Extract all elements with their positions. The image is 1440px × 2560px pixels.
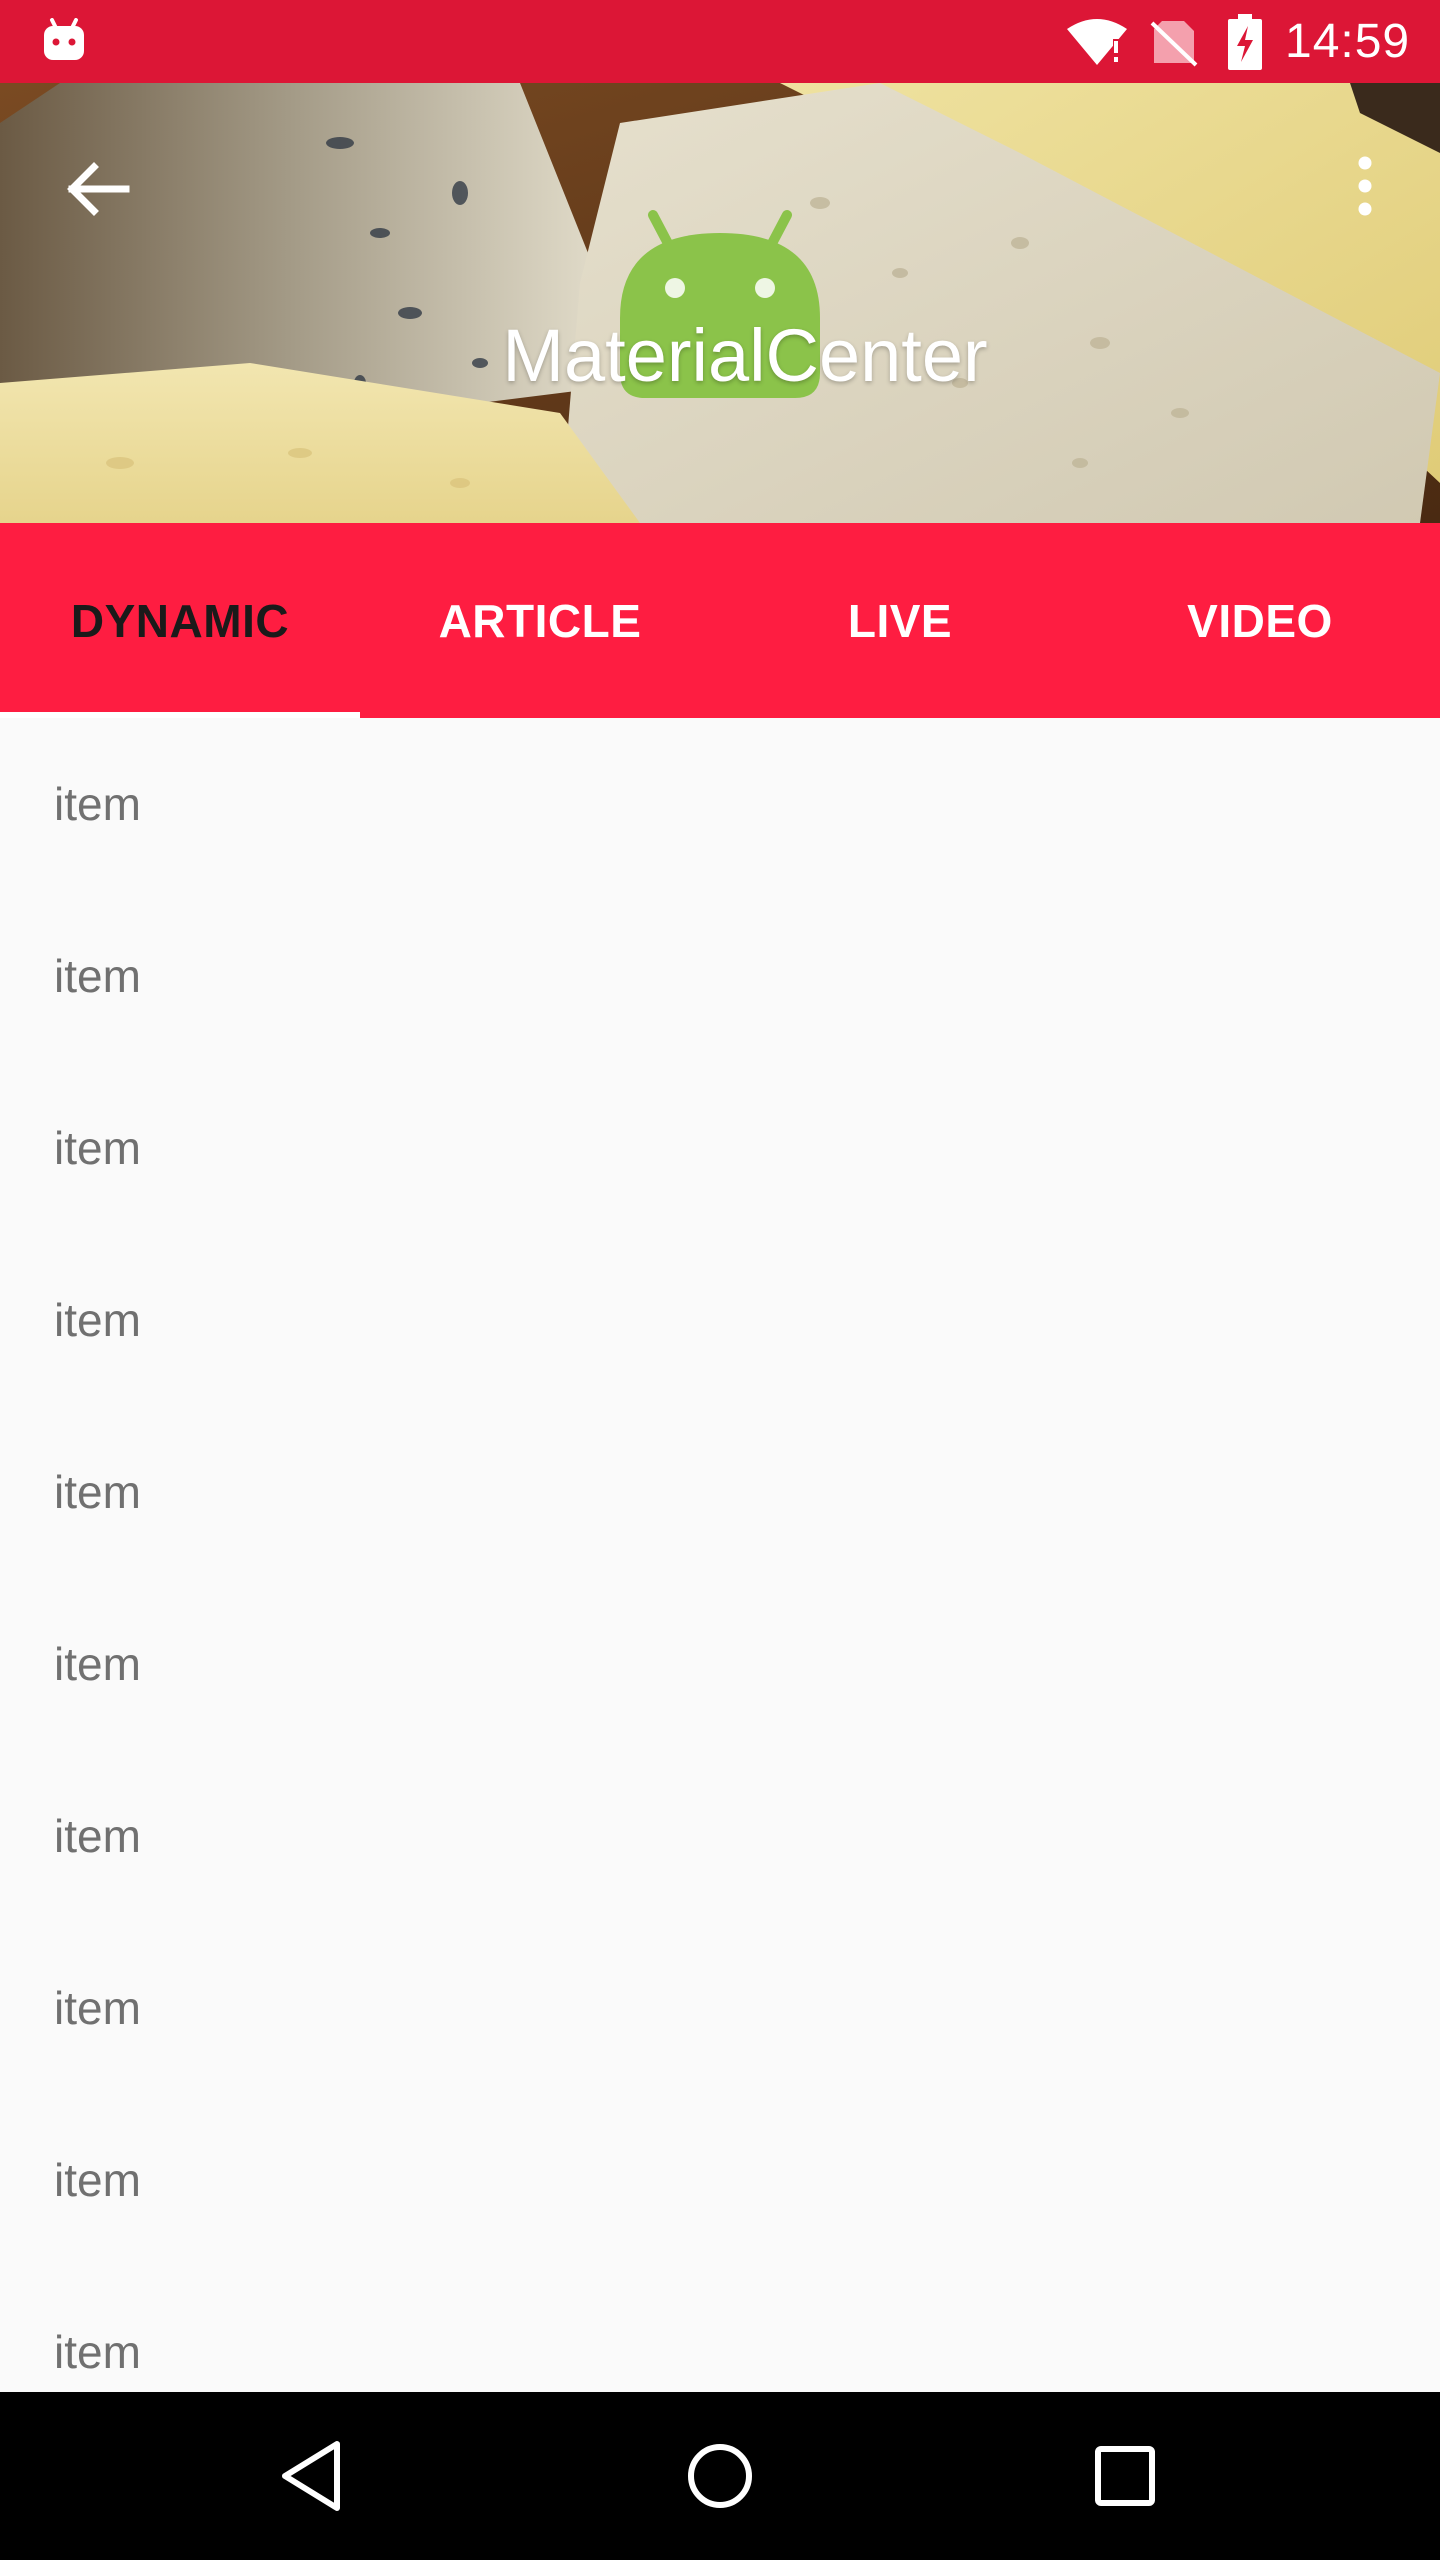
list-item[interactable]: item	[0, 1234, 1440, 1406]
nav-back-icon[interactable]	[265, 2426, 365, 2526]
nav-home-icon[interactable]	[670, 2426, 770, 2526]
list-item[interactable]: item	[0, 890, 1440, 1062]
list-item[interactable]: item	[0, 1750, 1440, 1922]
tab-label: VIDEO	[1187, 594, 1333, 647]
list-item[interactable]: item	[0, 2094, 1440, 2266]
back-arrow-button[interactable]	[58, 149, 138, 229]
list-item[interactable]: item	[0, 1062, 1440, 1234]
system-nav-bar	[0, 2392, 1440, 2560]
tab-label: ARTICLE	[438, 594, 642, 647]
list-item[interactable]: item	[0, 1578, 1440, 1750]
wifi-icon	[1067, 19, 1127, 65]
status-bar: 14:59	[0, 0, 1440, 83]
no-sim-icon	[1150, 21, 1198, 67]
collapsing-header: MaterialCenter	[0, 83, 1440, 523]
tab-dynamic[interactable]: DYNAMIC	[0, 523, 360, 718]
item-list[interactable]: item item item item item item item item …	[0, 718, 1440, 2392]
tab-article[interactable]: ARTICLE	[360, 523, 720, 718]
android-notification-icon	[44, 18, 84, 60]
list-item[interactable]: item	[0, 1406, 1440, 1578]
tab-bar: DYNAMIC ARTICLE LIVE VIDEO	[0, 523, 1440, 718]
tab-label: DYNAMIC	[70, 594, 290, 647]
list-item[interactable]: item	[0, 1922, 1440, 2094]
battery-charging-icon	[1228, 14, 1262, 70]
tab-live[interactable]: LIVE	[720, 523, 1080, 718]
list-item[interactable]: item	[0, 2266, 1440, 2392]
nav-recents-icon[interactable]	[1075, 2426, 1175, 2526]
list-item[interactable]: item	[0, 718, 1440, 890]
tab-video[interactable]: VIDEO	[1080, 523, 1440, 718]
toolbar-title: MaterialCenter	[502, 314, 988, 397]
more-vert-button[interactable]	[1340, 149, 1390, 229]
screen: 14:59 MaterialCenter DYNAMIC ARTICLE LIV…	[0, 0, 1440, 2560]
status-clock: 14:59	[1285, 15, 1411, 68]
tab-label: LIVE	[847, 594, 953, 647]
